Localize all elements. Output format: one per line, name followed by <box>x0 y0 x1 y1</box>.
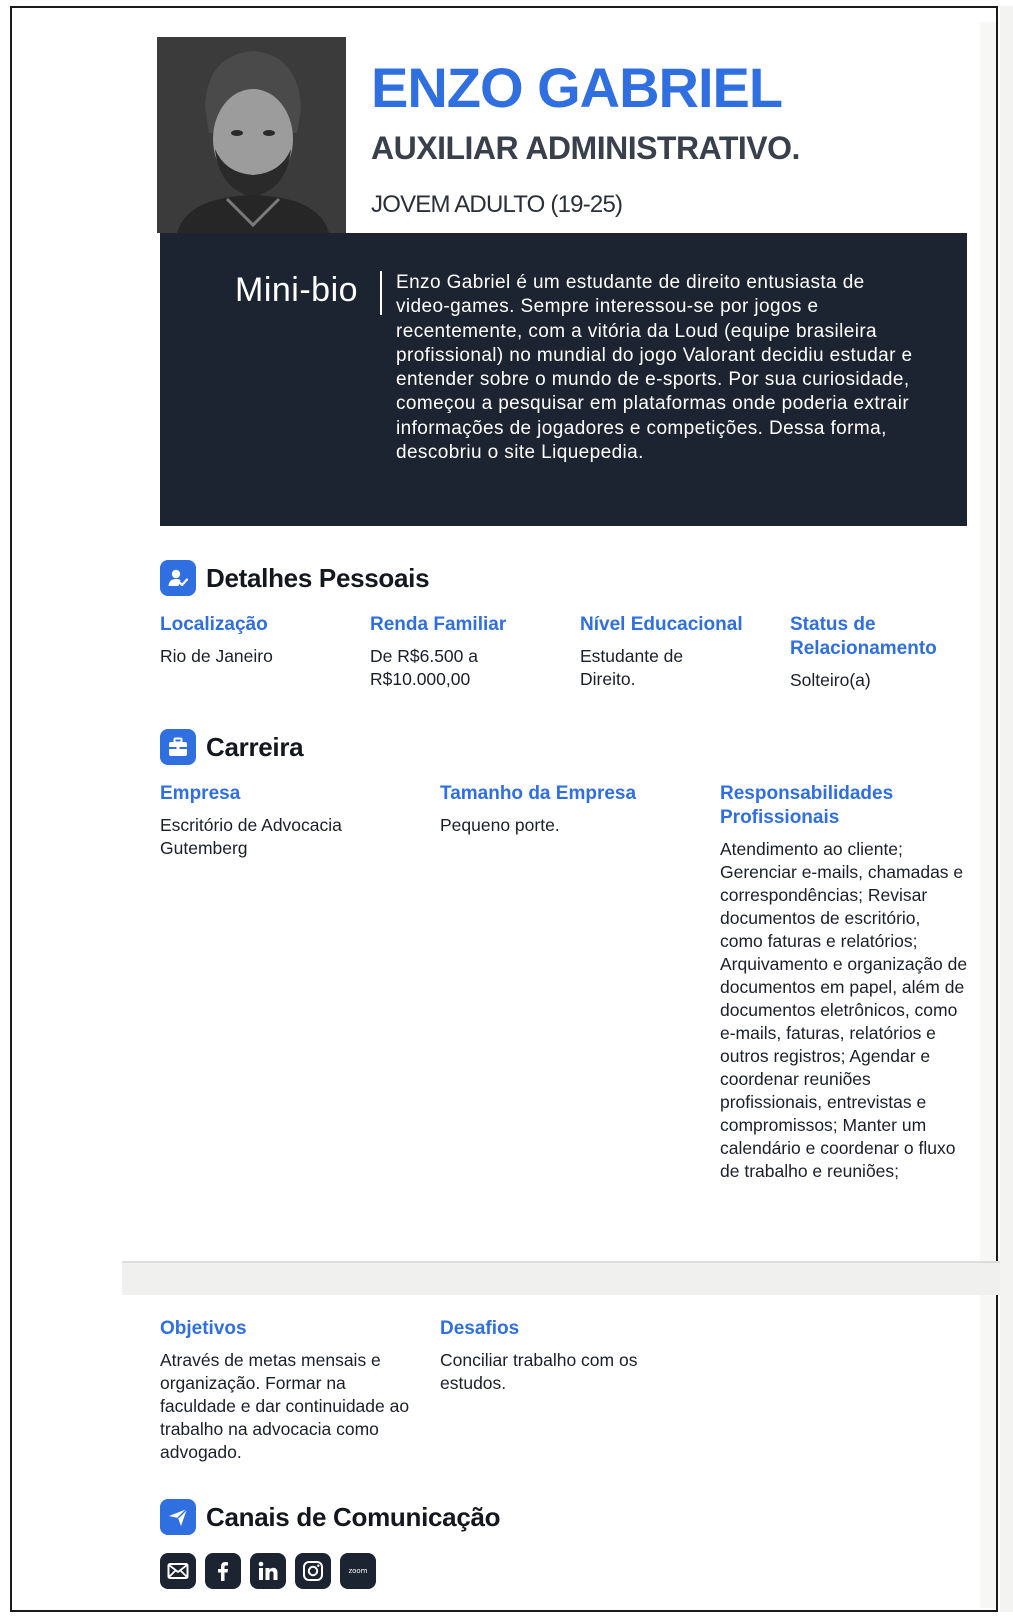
instagram-icon[interactable] <box>295 1553 331 1589</box>
field-label: Renda Familiar <box>370 614 507 635</box>
field-value: Atendimento ao cliente; Gerenciar e-mail… <box>720 839 968 1181</box>
zoom-logo-text: zoom <box>348 1567 368 1575</box>
field-empresa: Empresa Escritório de Advocacia Gutember… <box>160 782 390 860</box>
page-edge <box>980 22 996 1608</box>
career-header: Carreira <box>160 729 304 765</box>
field-label: Objetivos <box>160 1318 247 1339</box>
mini-bio-separator <box>380 271 382 315</box>
zoom-icon[interactable]: zoom <box>340 1553 376 1589</box>
mini-bio-text: Enzo Gabriel é um estudante de direito e… <box>396 272 913 464</box>
social-icons: zoom <box>160 1553 376 1589</box>
field-nivel-educacional: Nível Educacional Estudante de Direito. <box>580 613 770 691</box>
personal-details-header: Detalhes Pessoais <box>160 560 430 596</box>
linkedin-icon[interactable] <box>250 1553 286 1589</box>
field-status-relacionamento: Status de Relacionamento Solteiro(a) <box>790 613 965 692</box>
field-value: De R$6.500 a R$10.000,00 <box>370 646 478 689</box>
field-renda-familiar: Renda Familiar De R$6.500 a R$10.000,00 <box>370 613 520 691</box>
field-label: Status de Relacionamento <box>790 614 937 659</box>
profile-photo <box>157 37 346 233</box>
page-margin <box>1000 6 1013 1612</box>
field-value: Conciliar trabalho com os estudos. <box>440 1350 638 1393</box>
persona-role: AUXILIAR ADMINISTRATIVO. <box>371 130 800 166</box>
mini-bio-panel: Mini-bio Enzo Gabriel é um estudante de … <box>160 233 967 526</box>
channels-title: Canais de Comunicação <box>206 1501 501 1532</box>
field-value: Escritório de Advocacia Gutemberg <box>160 815 342 858</box>
field-responsabilidades: Responsabilidades Profissionais Atendime… <box>720 782 968 1183</box>
mini-bio-title: Mini-bio <box>235 271 359 309</box>
career-title: Carreira <box>206 731 304 762</box>
field-label: Empresa <box>160 783 241 804</box>
field-value: Rio de Janeiro <box>160 646 273 666</box>
field-objetivos: Objetivos Através de metas mensais e org… <box>160 1317 410 1464</box>
persona-age-group: JOVEM ADULTO (19-25) <box>371 191 623 218</box>
field-value: Através de metas mensais e organização. … <box>160 1350 410 1462</box>
section-divider <box>122 1261 1000 1295</box>
send-icon <box>160 1499 196 1535</box>
email-icon[interactable] <box>160 1553 196 1589</box>
briefcase-icon <box>160 729 196 765</box>
field-value: Estudante de Direito. <box>580 646 684 689</box>
field-label: Tamanho da Empresa <box>440 783 637 804</box>
user-icon <box>160 560 196 596</box>
facebook-icon[interactable] <box>205 1553 241 1589</box>
field-label: Desafios <box>440 1318 520 1339</box>
field-label: Localização <box>160 614 268 635</box>
field-label: Responsabilidades Profissionais <box>720 783 894 828</box>
field-value: Solteiro(a) <box>790 670 871 690</box>
personal-details-title: Detalhes Pessoais <box>206 562 430 593</box>
field-label: Nível Educacional <box>580 614 743 635</box>
persona-name: ENZO GABRIEL <box>371 56 783 119</box>
field-value: Pequeno porte. <box>440 815 560 835</box>
field-desafios: Desafios Conciliar trabalho com os estud… <box>440 1317 680 1395</box>
field-tamanho-empresa: Tamanho da Empresa Pequeno porte. <box>440 782 680 837</box>
channels-header: Canais de Comunicação <box>160 1499 501 1535</box>
field-localizacao: Localização Rio de Janeiro <box>160 613 350 668</box>
